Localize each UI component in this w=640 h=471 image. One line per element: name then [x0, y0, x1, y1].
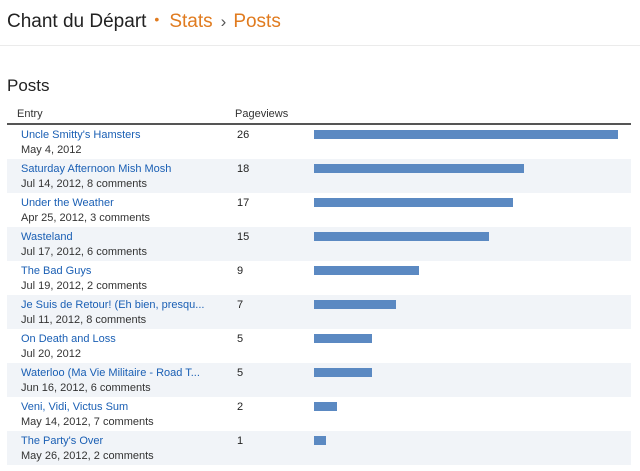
pageview-count: 26 — [237, 129, 250, 141]
table-row: Waterloo (Ma Vie Militaire - Road T... Ju… — [7, 363, 631, 397]
pageview-count: 17 — [237, 197, 250, 209]
table-row: Veni, Vidi, Victus Sum May 14, 2012, 7 co… — [7, 397, 631, 431]
pageview-bar — [314, 198, 513, 207]
pageview-count: 7 — [237, 299, 244, 311]
table-row: Uncle Smitty's Hamsters May 4, 2012 26 — [7, 125, 631, 159]
post-title-link[interactable]: The Party's Over — [21, 435, 221, 447]
pageview-bar — [314, 164, 524, 173]
pageview-bar — [314, 300, 396, 309]
pageview-count: 2 — [237, 401, 244, 413]
post-meta: Jul 19, 2012, 2 comments — [21, 280, 147, 292]
breadcrumb-dot-separator: • — [154, 11, 160, 27]
page-title: Posts — [7, 76, 50, 95]
post-title-link[interactable]: On Death and Loss — [21, 333, 221, 345]
post-meta: Jul 14, 2012, 8 comments — [21, 178, 147, 190]
post-title-link[interactable]: Uncle Smitty's Hamsters — [21, 129, 221, 141]
table-row: Under the Weather Apr 25, 2012, 3 comment… — [7, 193, 631, 227]
pageview-bar — [314, 436, 326, 445]
pageview-count: 5 — [237, 333, 244, 345]
posts-table: Entry Pageviews Uncle Smitty's Hamsters M… — [7, 104, 631, 465]
post-meta: May 14, 2012, 7 comments — [21, 416, 154, 428]
post-title-link[interactable]: The Bad Guys — [21, 265, 221, 277]
pageview-count: 5 — [237, 367, 244, 379]
pageview-bar — [314, 402, 337, 411]
pageview-bar — [314, 368, 372, 377]
column-header-entry: Entry — [17, 108, 43, 120]
table-row: Je Suis de Retour! (Eh bien, presqu... Ju… — [7, 295, 631, 329]
pageview-count: 15 — [237, 231, 250, 243]
table-row: On Death and Loss Jul 20, 2012 5 — [7, 329, 631, 363]
breadcrumb-posts-link[interactable]: Posts — [233, 11, 281, 32]
pageview-bar — [314, 334, 372, 343]
post-title-link[interactable]: Saturday Afternoon Mish Mosh — [21, 163, 221, 175]
post-meta: May 26, 2012, 2 comments — [21, 450, 154, 462]
post-title-link[interactable]: Wasteland — [21, 231, 221, 243]
post-title-link[interactable]: Veni, Vidi, Victus Sum — [21, 401, 221, 413]
breadcrumb-blog-name[interactable]: Chant du Départ — [7, 11, 146, 32]
post-meta: Apr 25, 2012, 3 comments — [21, 212, 151, 224]
pageview-count: 9 — [237, 265, 244, 277]
pageview-bar — [314, 130, 618, 139]
breadcrumb: Chant du Départ • Stats › Posts — [7, 8, 281, 33]
pageview-bar — [314, 266, 419, 275]
table-row: The Party's Over May 26, 2012, 2 comments… — [7, 431, 631, 465]
post-meta: Jul 17, 2012, 6 comments — [21, 246, 147, 258]
table-body: Uncle Smitty's Hamsters May 4, 2012 26 Satu… — [7, 125, 631, 465]
post-meta: Jul 20, 2012 — [21, 348, 81, 360]
table-row: The Bad Guys Jul 19, 2012, 2 comments 9 — [7, 261, 631, 295]
pageview-bar — [314, 232, 489, 241]
pageview-count: 18 — [237, 163, 250, 175]
top-bar: Chant du Départ • Stats › Posts — [0, 0, 640, 46]
post-meta: Jul 11, 2012, 8 comments — [21, 314, 147, 326]
pageview-count: 1 — [237, 435, 244, 447]
breadcrumb-stats-link[interactable]: Stats — [169, 11, 212, 32]
table-header: Entry Pageviews — [7, 104, 631, 125]
table-row: Wasteland Jul 17, 2012, 6 comments 15 — [7, 227, 631, 261]
breadcrumb-chevron-icon: › — [220, 12, 227, 31]
post-title-link[interactable]: Under the Weather — [21, 197, 221, 209]
post-title-link[interactable]: Waterloo (Ma Vie Militaire - Road T... — [21, 367, 221, 379]
column-header-pageviews: Pageviews — [235, 108, 289, 120]
table-row: Saturday Afternoon Mish Mosh Jul 14, 2012… — [7, 159, 631, 193]
post-meta: May 4, 2012 — [21, 144, 82, 156]
post-title-link[interactable]: Je Suis de Retour! (Eh bien, presqu... — [21, 299, 221, 311]
post-meta: Jun 16, 2012, 6 comments — [21, 382, 151, 394]
